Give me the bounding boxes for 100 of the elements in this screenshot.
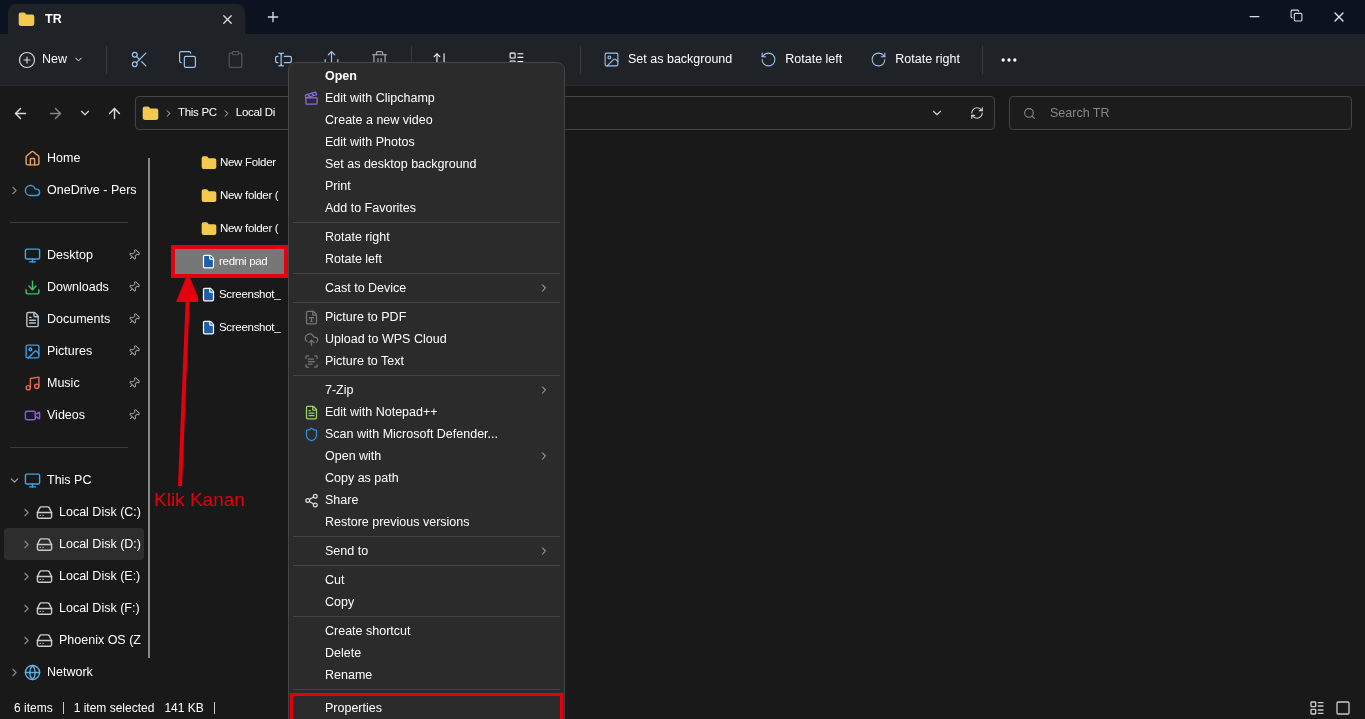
file-name: Screenshot_: [219, 286, 281, 302]
toolbar-button[interactable]: Rotate left: [754, 43, 849, 76]
sidebar-item[interactable]: Network: [4, 656, 144, 688]
annotation-label: Klik Kanan: [154, 488, 245, 512]
picture-icon: [24, 342, 41, 360]
sidebar-item[interactable]: Phoenix OS (Z: [4, 624, 144, 656]
menu-item[interactable]: Delete: [293, 642, 560, 664]
menu-item[interactable]: Copy: [293, 591, 560, 613]
picture-icon: [603, 51, 620, 68]
menu-item[interactable]: Open with: [293, 445, 560, 467]
menu-item[interactable]: Upload to WPS Cloud: [293, 328, 560, 350]
new-button[interactable]: New: [12, 43, 90, 76]
sidebar-item[interactable]: Local Disk (D:): [4, 528, 144, 560]
menu-item[interactable]: Open: [293, 65, 560, 87]
folder-icon: [18, 10, 35, 28]
sidebar-item[interactable]: Documents: [4, 303, 144, 335]
search-icon: [1023, 107, 1036, 120]
globe-icon: [24, 663, 41, 681]
sidebar-label: Local Disk (F:): [59, 599, 140, 617]
scan-text-icon: [303, 353, 319, 369]
sidebar-label: Phoenix OS (Z: [59, 631, 141, 649]
home-icon: [24, 149, 41, 167]
menu-item[interactable]: Share: [293, 489, 560, 511]
tab-title: TR: [45, 10, 62, 28]
sidebar-label: Local Disk (E:): [59, 567, 141, 585]
menu-item[interactable]: Copy as path: [293, 467, 560, 489]
drive-icon: [36, 535, 53, 553]
menu-item[interactable]: Send to: [293, 540, 560, 562]
details-view-icon[interactable]: [1309, 700, 1325, 716]
menu-item[interactable]: Picture to Text: [293, 350, 560, 372]
menu-item[interactable]: Properties: [290, 693, 563, 719]
menu-item[interactable]: Create shortcut: [293, 620, 560, 642]
menu-item[interactable]: Picture to PDF: [293, 306, 560, 328]
sidebar-item[interactable]: Downloads: [4, 271, 144, 303]
sidebar-label: Local Disk (C:): [59, 503, 141, 521]
breadcrumb[interactable]: Local Di: [235, 104, 275, 122]
file-name: Screenshot_: [219, 319, 281, 335]
menu-item[interactable]: Rotate right: [293, 226, 560, 248]
sidebar-item[interactable]: Music: [4, 367, 144, 399]
sidebar-label: Videos: [47, 406, 85, 424]
sidebar-item[interactable]: Local Disk (F:): [4, 592, 144, 624]
rotate-right-icon: [870, 51, 888, 68]
share-icon: [303, 492, 319, 508]
window-tab[interactable]: TR: [8, 4, 245, 34]
menu-item[interactable]: Cut: [293, 569, 560, 591]
menu-item[interactable]: Rename: [293, 664, 560, 686]
sidebar-item[interactable]: Home: [4, 142, 144, 174]
file-item[interactable]: New folder (: [171, 179, 288, 212]
folder-icon: [142, 104, 159, 122]
rotate-left-icon: [760, 51, 778, 68]
toolbar-button[interactable]: Set as background: [597, 43, 739, 76]
sidebar-item[interactable]: Local Disk (E:): [4, 560, 144, 592]
sidebar-item[interactable]: Pictures: [4, 335, 144, 367]
menu-item[interactable]: Create a new video: [293, 109, 560, 131]
drive-icon: [36, 631, 53, 649]
file-name: New folder (: [220, 220, 279, 236]
folder-icon: [201, 220, 217, 237]
new-tab-icon[interactable]: [265, 9, 281, 25]
file-item[interactable]: redmi pad: [171, 245, 288, 278]
sidebar-label: Home: [47, 149, 81, 167]
document-icon: [24, 310, 41, 328]
tiles-view-icon[interactable]: [1335, 700, 1351, 716]
sidebar-label: This PC: [47, 471, 92, 489]
menu-item[interactable]: Print: [293, 175, 560, 197]
sidebar-item[interactable]: Desktop: [4, 239, 144, 271]
monitor-icon: [24, 246, 41, 264]
menu-item[interactable]: Edit with Photos: [293, 131, 560, 153]
file-item[interactable]: New folder (: [171, 212, 288, 245]
menu-item[interactable]: Restore previous versions: [293, 511, 560, 533]
folder-icon: [201, 187, 217, 204]
file-item[interactable]: New Folder: [171, 146, 288, 179]
sidebar-label: Documents: [47, 310, 111, 328]
menu-item[interactable]: 7-Zip: [293, 379, 560, 401]
file-name: redmi pad: [219, 253, 268, 269]
toolbar-button[interactable]: Rotate right: [864, 43, 966, 76]
plus-circle-icon: [18, 50, 36, 69]
sidebar-item[interactable]: OneDrive - Pers: [4, 174, 144, 206]
file-name: New Folder: [220, 154, 276, 170]
status-selection: 1 item selected: [73, 700, 155, 717]
sidebar-item[interactable]: Videos: [4, 399, 144, 431]
sidebar-item[interactable]: Local Disk (C:): [4, 496, 144, 528]
refresh-icon[interactable]: [970, 106, 984, 120]
sidebar-label: Pictures: [47, 342, 93, 360]
menu-item[interactable]: Cast to Device: [293, 277, 560, 299]
status-size: 141 KB: [164, 700, 204, 717]
restore-icon[interactable]: [1290, 9, 1303, 22]
sidebar-item[interactable]: This PC: [4, 464, 144, 496]
status-count: 6 items: [14, 700, 53, 717]
menu-item[interactable]: Edit with Notepad++: [293, 401, 560, 423]
music-icon: [24, 374, 41, 392]
menu-item[interactable]: Rotate left: [293, 248, 560, 270]
breadcrumb[interactable]: This PC: [178, 104, 217, 122]
menu-item[interactable]: Add to Favorites: [293, 197, 560, 219]
search-field[interactable]: Search TR: [1009, 96, 1352, 130]
file-item[interactable]: Screenshot_: [171, 311, 288, 344]
menu-item[interactable]: Set as desktop background: [293, 153, 560, 175]
file-item[interactable]: Screenshot_: [171, 278, 288, 311]
menu-item[interactable]: Scan with Microsoft Defender...: [293, 423, 560, 445]
cloud-upload-icon: [303, 331, 319, 347]
monitor-icon: [24, 471, 41, 489]
